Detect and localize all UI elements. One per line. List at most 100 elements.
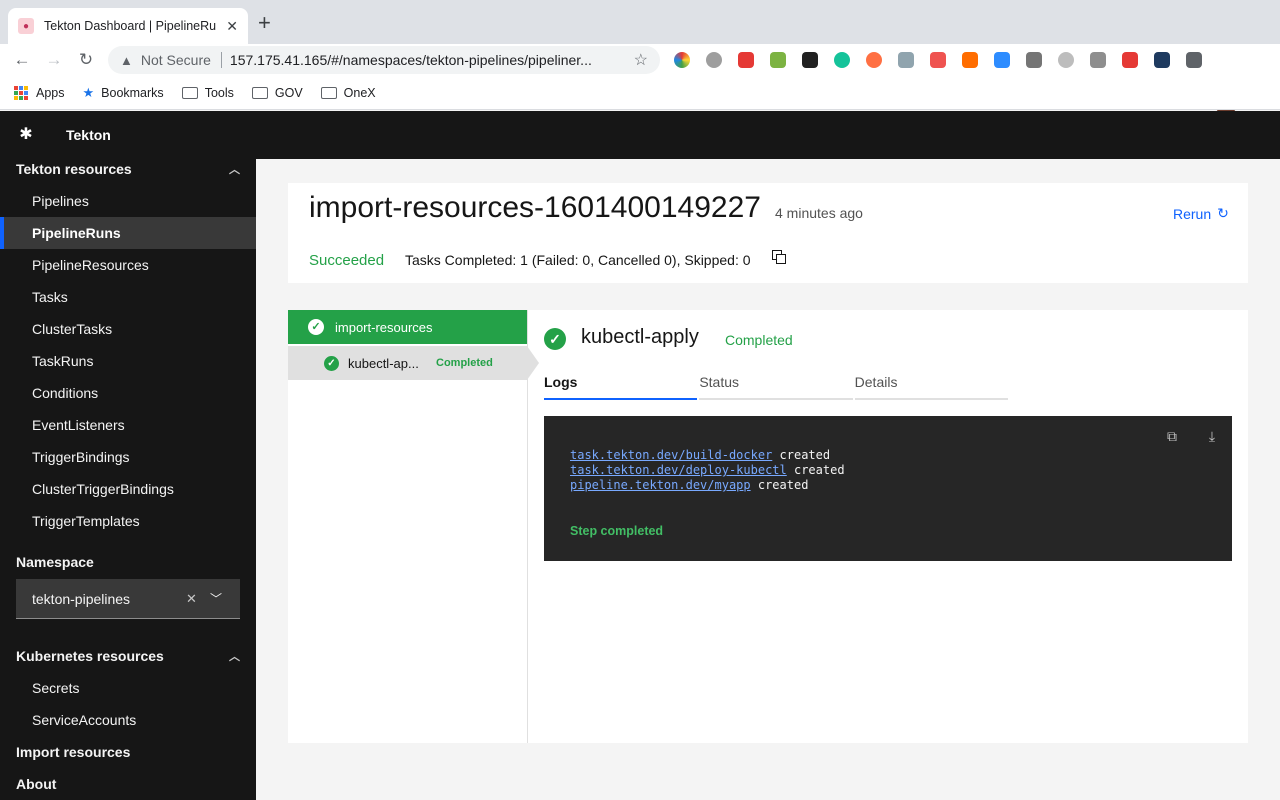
pocket-icon[interactable] — [930, 52, 946, 68]
sidebar: Tekton resources ︿ Pipelines PipelineRun… — [0, 159, 256, 800]
success-check-icon: ✓ — [324, 355, 339, 371]
warning-icon: ▲ — [120, 52, 133, 68]
tab-logs[interactable]: Logs — [544, 366, 698, 400]
bookmark-label: GOV — [274, 85, 303, 100]
tekton-logo-icon[interactable]: ✱ — [16, 125, 36, 145]
forward-icon[interactable]: → — [44, 50, 64, 70]
section-title: Kubernetes resources — [16, 648, 164, 664]
download-extension-icon[interactable] — [898, 52, 914, 68]
zoom-extension-icon[interactable] — [994, 52, 1010, 68]
analytics-extension-icon[interactable] — [962, 52, 978, 68]
url-text[interactable]: 157.175.41.165/#/namespaces/tekton-pipel… — [230, 52, 626, 68]
u-extension-icon[interactable] — [1058, 52, 1074, 68]
app-name[interactable]: Tekton — [66, 127, 111, 143]
bookmark-gov[interactable]: GOV — [251, 85, 303, 100]
app-header: ✱ Tekton — [0, 111, 1280, 159]
sidebar-item-tasks[interactable]: Tasks — [0, 281, 256, 313]
sidebar-item-taskruns[interactable]: TaskRuns — [0, 345, 256, 377]
sidebar-item-triggerbindings[interactable]: TriggerBindings — [0, 441, 256, 473]
bookmark-apps[interactable]: Apps — [14, 85, 65, 100]
sidebar-item-label: TaskRuns — [32, 353, 94, 369]
sidebar-item-label: EventListeners — [32, 417, 125, 433]
sidebar-item-triggertemplates[interactable]: TriggerTemplates — [0, 505, 256, 537]
bookmark-label: OneX — [343, 85, 376, 100]
log-text: created — [793, 463, 845, 477]
chevron-down-icon[interactable]: ﹀ — [210, 590, 222, 607]
color-wheel-extension-icon[interactable] — [674, 52, 690, 68]
sidebar-item-conditions[interactable]: Conditions — [0, 377, 256, 409]
tab-details[interactable]: Details — [854, 366, 1008, 400]
mask-extension-icon[interactable] — [802, 52, 818, 68]
sidebar-item-label: Pipelines — [32, 193, 89, 209]
kubernetes-resources-header[interactable]: Kubernetes resources ︿ — [16, 646, 240, 666]
log-text: created — [779, 448, 831, 462]
sidebar-item-pipelineresources[interactable]: PipelineResources — [0, 249, 256, 281]
clear-selection-icon[interactable]: ✕ — [186, 591, 197, 607]
grammarly-icon[interactable] — [834, 52, 850, 68]
sidebar-item-label: Secrets — [32, 680, 80, 696]
sidebar-item-label: ClusterTriggerBindings — [32, 481, 174, 497]
step-title: kubectl-apply — [581, 326, 699, 348]
log-link[interactable]: pipeline.tekton.dev/myapp — [570, 478, 751, 492]
bookmark-star-icon[interactable]: ☆ — [634, 50, 648, 70]
sidebar-item-clustertasks[interactable]: ClusterTasks — [0, 313, 256, 345]
log-footer: Step completed — [570, 524, 664, 538]
sidebar-item-secrets[interactable]: Secrets — [0, 672, 256, 704]
star-icon: ★ — [82, 84, 95, 100]
new-tab-icon[interactable]: + — [258, 12, 271, 34]
bookmark-tools[interactable]: Tools — [181, 86, 234, 100]
sidebar-item-pipelineruns[interactable]: PipelineRuns — [0, 217, 256, 249]
open-external-icon[interactable]: ⧉ — [1164, 428, 1180, 444]
namespace-value: tekton-pipelines — [32, 590, 131, 607]
bookmark-onex[interactable]: OneX — [320, 85, 376, 100]
back-icon[interactable]: ← — [12, 50, 32, 70]
sidebar-item-label: ClusterTasks — [32, 321, 113, 337]
close-tab-icon[interactable]: ✕ — [226, 18, 238, 35]
sidebar-item-about[interactable]: About — [16, 776, 56, 792]
sidebar-item-pipelines[interactable]: Pipelines — [0, 185, 256, 217]
sidebar-item-import-resources[interactable]: Import resources — [16, 744, 130, 760]
log-link[interactable]: task.tekton.dev/deploy-kubectl — [570, 463, 787, 477]
red-extension-icon[interactable] — [738, 52, 754, 68]
download-icon[interactable]: ⤓ — [1204, 428, 1220, 444]
namespace-label: Namespace — [16, 554, 94, 570]
page-title: import-resources-1601400149227 — [309, 191, 761, 224]
pipelinerun-body: ✓ import-resources ✓ kubectl-ap... Compl… — [288, 310, 1248, 743]
check-extension-icon[interactable] — [770, 52, 786, 68]
step-details: ✓ kubectl-apply Completed Logs Status De… — [528, 310, 1248, 743]
step-item[interactable]: ✓ kubectl-ap... Completed — [288, 346, 539, 380]
calendar-extension-icon[interactable] — [1026, 52, 1042, 68]
sidebar-item-eventlisteners[interactable]: EventListeners — [0, 409, 256, 441]
extensions-puzzle-icon[interactable] — [1186, 52, 1202, 68]
step-tabs: Logs Status Details — [544, 366, 1010, 400]
copy-icon[interactable] — [772, 250, 786, 264]
run-status: Succeeded — [309, 252, 385, 269]
tekton-resources-header[interactable]: Tekton resources ︿ — [16, 159, 240, 179]
orange-extension-icon[interactable] — [866, 52, 882, 68]
bookmark-label: Apps — [36, 85, 65, 100]
task-item[interactable]: ✓ import-resources — [288, 310, 527, 344]
step-name: kubectl-ap... — [348, 355, 419, 371]
react-devtools-icon[interactable] — [1154, 52, 1170, 68]
sidebar-item-serviceaccounts[interactable]: ServiceAccounts — [0, 704, 256, 736]
rerun-button[interactable]: Rerun ↻ — [1173, 205, 1229, 222]
apps-grid-icon — [14, 85, 28, 100]
sidebar-item-clustertriggerbindings[interactable]: ClusterTriggerBindings — [0, 473, 256, 505]
address-bar[interactable]: ▲ Not Secure 157.175.41.165/#/namespaces… — [108, 46, 660, 74]
restart-icon: ↻ — [1217, 205, 1229, 221]
success-check-icon: ✓ — [544, 328, 566, 350]
rerun-label: Rerun — [1173, 205, 1212, 222]
tab-label: Details — [854, 374, 898, 390]
log-link[interactable]: task.tekton.dev/build-docker — [570, 448, 772, 462]
log-line: task.tekton.dev/build-docker created — [570, 448, 830, 462]
bookmark-bookmarks[interactable]: ★ Bookmarks — [83, 85, 164, 101]
red-grid-extension-icon[interactable] — [1122, 52, 1138, 68]
browser-tab[interactable]: ● Tekton Dashboard | PipelineRu ✕ — [8, 8, 248, 44]
tab-label: Logs — [544, 374, 578, 390]
tasks-summary: Tasks Completed: 1 (Failed: 0, Cancelled… — [405, 252, 751, 268]
namespace-dropdown[interactable]: tekton-pipelines ✕ ﹀ — [16, 579, 240, 619]
tab-status[interactable]: Status — [699, 366, 853, 400]
reload-icon[interactable]: ↻ — [76, 50, 96, 70]
circle-extension-icon[interactable] — [706, 52, 722, 68]
v-extension-icon[interactable] — [1090, 52, 1106, 68]
